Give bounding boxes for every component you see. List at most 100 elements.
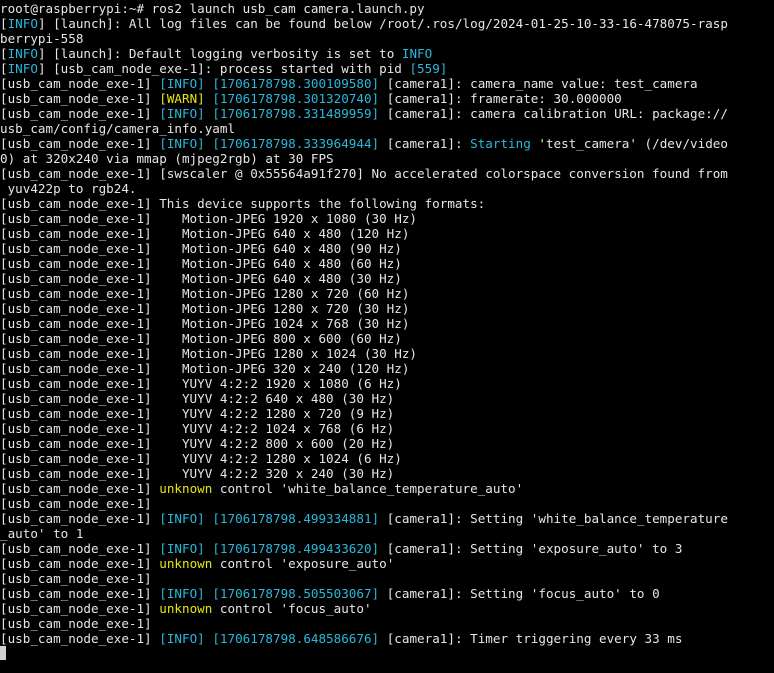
log-line: [usb_cam_node_exe-1] [INFO] [1706178798.… (0, 106, 774, 121)
log-text: [usb_cam_node_exe-1] (0, 601, 160, 616)
log-text: [usb_cam_node_exe-1] This device support… (0, 196, 486, 211)
log-text: [camera1]: framerate: 30.000000 (379, 91, 622, 106)
log-text: [1706178798.300109580] (212, 76, 380, 91)
log-text: usb_cam/config/camera_info.yaml (0, 121, 236, 136)
log-text: Starting (470, 136, 531, 151)
log-text: root@raspberrypi:~# ros2 launch usb_cam … (0, 1, 425, 16)
log-text: INFO (7, 46, 38, 61)
prompt-line[interactable] (0, 646, 774, 661)
log-text: berrypi-558 (0, 31, 84, 46)
log-line: [usb_cam_node_exe-1] [INFO] [1706178798.… (0, 511, 774, 526)
log-line: [usb_cam_node_exe-1] (0, 496, 774, 511)
log-line: _auto' to 1 (0, 526, 774, 541)
log-line: [usb_cam_node_exe-1] YUYV 4:2:2 1280 x 7… (0, 406, 774, 421)
log-line: [usb_cam_node_exe-1] This device support… (0, 196, 774, 211)
log-text: ] [launch]: Default logging verbosity is… (37, 46, 402, 61)
log-text: 'test_camera' (/dev/video (530, 136, 728, 151)
log-text: [usb_cam_node_exe-1] (0, 106, 160, 121)
log-text: [1706178798.505503067] (212, 586, 380, 601)
log-line: [usb_cam_node_exe-1] unknown control 'wh… (0, 481, 774, 496)
log-text: [INFO] (159, 106, 205, 121)
log-text: [usb_cam_node_exe-1] Motion-JPEG 640 x 4… (0, 256, 402, 271)
log-line: [usb_cam_node_exe-1] Motion-JPEG 1280 x … (0, 301, 774, 316)
log-text: [INFO] (159, 511, 205, 526)
log-text: [usb_cam_node_exe-1] YUYV 4:2:2 320 x 24… (0, 466, 395, 481)
log-text: [usb_cam_node_exe-1] (0, 631, 160, 646)
log-line: [usb_cam_node_exe-1] [swscaler @ 0x55564… (0, 166, 774, 181)
log-text: [camera1]: Timer triggering every 33 ms (379, 631, 683, 646)
log-text: [INFO] (159, 136, 205, 151)
log-line: [usb_cam_node_exe-1] (0, 616, 774, 631)
log-text: control 'focus_auto' (212, 601, 372, 616)
log-text: [usb_cam_node_exe-1] (0, 76, 160, 91)
log-text: [usb_cam_node_exe-1] YUYV 4:2:2 1280 x 1… (0, 451, 402, 466)
log-line: [usb_cam_node_exe-1] YUYV 4:2:2 640 x 48… (0, 391, 774, 406)
log-line: [usb_cam_node_exe-1] [WARN] [1706178798.… (0, 91, 774, 106)
log-line: [usb_cam_node_exe-1] Motion-JPEG 800 x 6… (0, 331, 774, 346)
log-text: [usb_cam_node_exe-1] YUYV 4:2:2 1280 x 7… (0, 406, 395, 421)
log-text: [camera1]: camera_name value: test_camer… (379, 76, 698, 91)
log-text: [usb_cam_node_exe-1] (0, 136, 160, 151)
log-text: yuv422p to rgb24. (0, 181, 137, 196)
log-text: [camera1]: Setting 'exposure_auto' to 3 (379, 541, 683, 556)
log-line: [usb_cam_node_exe-1] Motion-JPEG 640 x 4… (0, 226, 774, 241)
log-line: [usb_cam_node_exe-1] Motion-JPEG 320 x 2… (0, 361, 774, 376)
log-text: [1706178798.301320740] (212, 91, 380, 106)
log-text: [usb_cam_node_exe-1] Motion-JPEG 1280 x … (0, 346, 418, 361)
log-text: INFO (401, 46, 433, 61)
log-line: [usb_cam_node_exe-1] Motion-JPEG 640 x 4… (0, 256, 774, 271)
log-text: [usb_cam_node_exe-1] (0, 586, 160, 601)
log-line: [usb_cam_node_exe-1] YUYV 4:2:2 1280 x 1… (0, 451, 774, 466)
log-text: [usb_cam_node_exe-1] Motion-JPEG 640 x 4… (0, 241, 402, 256)
log-text: [1706178798.648586676] (212, 631, 380, 646)
log-line: [usb_cam_node_exe-1] Motion-JPEG 1024 x … (0, 316, 774, 331)
log-line: [usb_cam_node_exe-1] YUYV 4:2:2 1024 x 7… (0, 421, 774, 436)
log-line: [usb_cam_node_exe-1] [INFO] [1706178798.… (0, 136, 774, 151)
log-text: [usb_cam_node_exe-1] Motion-JPEG 1280 x … (0, 286, 410, 301)
log-text: [usb_cam_node_exe-1] (0, 481, 160, 496)
log-text: [usb_cam_node_exe-1] Motion-JPEG 1024 x … (0, 316, 410, 331)
log-text: 0) at 320x240 via mmap (mjpeg2rgb) at 30… (0, 151, 334, 166)
log-line: [usb_cam_node_exe-1] YUYV 4:2:2 800 x 60… (0, 436, 774, 451)
log-text: [559] (409, 61, 448, 76)
log-text: [camera1]: Setting 'focus_auto' to 0 (379, 586, 660, 601)
log-text: unknown (159, 556, 213, 571)
log-text: INFO (7, 61, 38, 76)
log-line: usb_cam/config/camera_info.yaml (0, 121, 774, 136)
log-text: [1706178798.331489959] (212, 106, 380, 121)
log-text: unknown (159, 481, 213, 496)
log-line: [INFO] [launch]: All log files can be fo… (0, 16, 774, 31)
log-text: control 'exposure_auto' (212, 556, 395, 571)
log-text: [usb_cam_node_exe-1] (0, 496, 152, 511)
cursor (0, 646, 6, 660)
log-text: [usb_cam_node_exe-1] (0, 511, 160, 526)
log-line: [usb_cam_node_exe-1] unknown control 'fo… (0, 601, 774, 616)
log-text: control 'white_balance_temperature_auto' (212, 481, 524, 496)
log-line: [usb_cam_node_exe-1] Motion-JPEG 640 x 4… (0, 271, 774, 286)
terminal-window[interactable]: root@raspberrypi:~# ros2 launch usb_cam … (0, 0, 774, 673)
log-text: [usb_cam_node_exe-1] Motion-JPEG 640 x 4… (0, 271, 402, 286)
log-line: yuv422p to rgb24. (0, 181, 774, 196)
log-line: [usb_cam_node_exe-1] Motion-JPEG 1280 x … (0, 346, 774, 361)
log-text: [1706178798.499334881] (212, 511, 380, 526)
log-text: [ (0, 61, 8, 76)
log-text: [camera1]: (379, 136, 471, 151)
log-text: unknown (159, 601, 213, 616)
log-line: [usb_cam_node_exe-1] (0, 571, 774, 586)
log-text: [usb_cam_node_exe-1] YUYV 4:2:2 800 x 60… (0, 436, 395, 451)
log-text: [INFO] (159, 586, 205, 601)
log-text: [usb_cam_node_exe-1] (0, 556, 160, 571)
log-line: [usb_cam_node_exe-1] Motion-JPEG 1920 x … (0, 211, 774, 226)
log-text: [usb_cam_node_exe-1] YUYV 4:2:2 1920 x 1… (0, 376, 402, 391)
log-text: [usb_cam_node_exe-1] (0, 541, 160, 556)
log-text: [camera1]: Setting 'white_balance_temper… (379, 511, 728, 526)
log-text: [1706178798.333964944] (212, 136, 380, 151)
log-line: root@raspberrypi:~# ros2 launch usb_cam … (0, 1, 774, 16)
log-text: [usb_cam_node_exe-1] Motion-JPEG 800 x 6… (0, 331, 402, 346)
log-text: [usb_cam_node_exe-1] YUYV 4:2:2 640 x 48… (0, 391, 395, 406)
log-line: 0) at 320x240 via mmap (mjpeg2rgb) at 30… (0, 151, 774, 166)
log-line: [usb_cam_node_exe-1] [INFO] [1706178798.… (0, 76, 774, 91)
log-text: [usb_cam_node_exe-1] (0, 616, 152, 631)
log-text: [usb_cam_node_exe-1] (0, 571, 152, 586)
log-line: [usb_cam_node_exe-1] YUYV 4:2:2 1920 x 1… (0, 376, 774, 391)
